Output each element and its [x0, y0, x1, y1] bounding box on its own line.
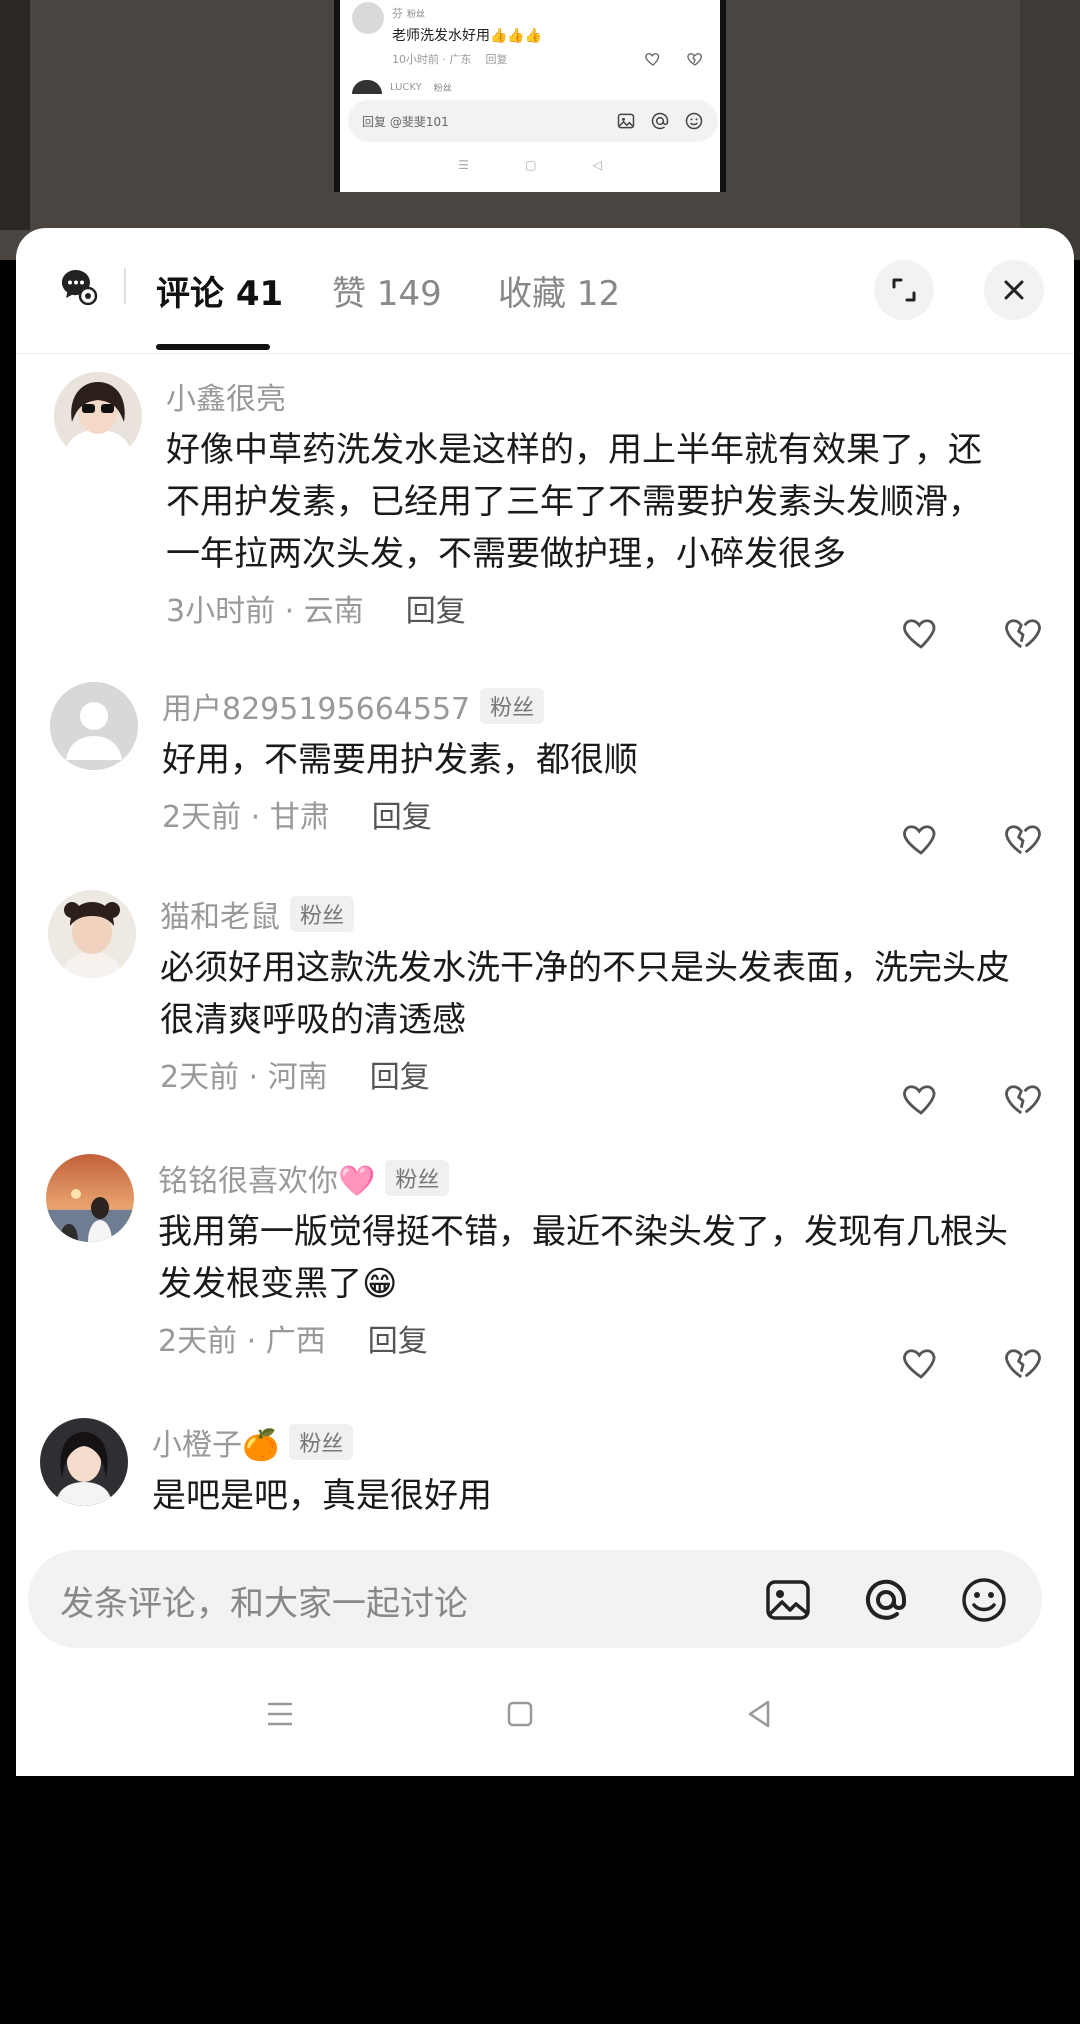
reply-button[interactable]: 回复 [406, 586, 466, 630]
reply-button[interactable]: 回复 [370, 1052, 430, 1096]
tab-bar: 评论 41 赞 149 收藏 12 [16, 228, 1074, 354]
mini-comment: 芬粉丝 老师洗发水好用👍👍👍 10小时前 · 广东 回复 [352, 2, 542, 67]
avatar[interactable] [48, 890, 136, 978]
comment-text: 好像中草药洗发水是这样的，用上半年就有效果了，还不用护发素，已经用了三年了不需要… [166, 430, 982, 574]
mini-comment-reply: 回复 [485, 53, 508, 66]
tab-likes[interactable]: 赞 149 [332, 266, 442, 315]
mini-next-tag: 粉丝 [433, 83, 452, 94]
avatar[interactable] [40, 1418, 128, 1506]
mini-comment-time: 10小时前 · 广东 [392, 53, 472, 66]
avatar[interactable] [50, 682, 138, 770]
comment-author[interactable]: 用户8295195664557 [162, 684, 470, 728]
avatar-image [48, 890, 136, 978]
mini-avatar-2 [352, 80, 382, 94]
active-tab-indicator [156, 344, 270, 350]
comment-text: 必须好用这款洗发水洗干净的不只是头发表面，洗完头皮很清爽呼吸的清透感 [160, 948, 1010, 1040]
mini-comment-actions [644, 50, 704, 68]
comment-author[interactable]: 小橙子🍊 [152, 1420, 279, 1464]
tab-favorites[interactable]: 收藏 12 [498, 266, 620, 315]
emoji-icon[interactable] [958, 1574, 1010, 1626]
broken-heart-icon[interactable] [1002, 1342, 1044, 1384]
tab-divider [124, 268, 126, 304]
comment-time-location: 2天前 · 甘肃 [162, 800, 330, 835]
comment-text: 好用，不需要用护发素，都很顺 [162, 740, 638, 780]
comments-sheet: 评论 41 赞 149 收藏 12 小鑫很亮 好像中草药洗发水是这样的，用上半年… [16, 228, 1074, 1776]
comment-time-location: 2天前 · 广西 [158, 1324, 326, 1359]
avatar-image [40, 1418, 128, 1506]
system-nav-bar [16, 1694, 1074, 1764]
avatar-image [46, 1154, 134, 1242]
broken-heart-icon[interactable] [1002, 612, 1044, 654]
mini-heart-icon [645, 53, 660, 66]
heart-icon[interactable] [900, 818, 942, 860]
comment-author[interactable]: 小鑫很亮 [166, 374, 286, 418]
avatar[interactable] [46, 1154, 134, 1242]
comment-author[interactable]: 猫和老鼠 [160, 892, 280, 936]
back-icon[interactable] [740, 1694, 780, 1734]
mini-comment-tag: 粉丝 [407, 10, 426, 20]
comment-text: 是吧是吧，真是很好用 [152, 1476, 492, 1516]
mini-image-icon [617, 113, 635, 129]
heart-icon[interactable] [900, 1342, 942, 1384]
mini-emoji-icon [685, 112, 703, 130]
comment-list[interactable]: 小鑫很亮 好像中草药洗发水是这样的，用上半年就有效果了，还不用护发素，已经用了三… [16, 354, 1074, 1534]
mini-broken-heart-icon [687, 53, 702, 66]
share-icon[interactable] [56, 264, 100, 308]
heart-icon[interactable] [900, 612, 942, 654]
background-phone-screen: 芬粉丝 老师洗发水好用👍👍👍 10小时前 · 广东 回复 LUCKY 粉丝 回复… [334, 0, 726, 192]
heart-icon[interactable] [900, 1078, 942, 1120]
expand-button[interactable] [874, 260, 934, 320]
comment-time-location: 3小时前 · 云南 [166, 594, 364, 629]
comment-time-location: 2天前 · 河南 [160, 1060, 328, 1095]
mini-nav-home: ▢ [525, 158, 537, 172]
tab-comments[interactable]: 评论 41 [156, 266, 283, 315]
reply-button[interactable]: 回复 [372, 792, 432, 836]
close-button[interactable] [984, 260, 1044, 320]
broken-heart-icon[interactable] [1002, 1078, 1044, 1120]
mini-nav-back: ◁ [592, 158, 602, 172]
comment-text: 我用第一版觉得挺不错，最近不染头发了，发现有几根头发发根变黑了😁 [158, 1212, 1008, 1304]
mini-avatar [352, 2, 384, 34]
close-icon [1004, 280, 1024, 300]
mini-comment-text: 老师洗发水好用👍👍👍 [392, 28, 543, 44]
fan-badge: 粉丝 [385, 1160, 450, 1196]
comment-input[interactable]: 发条评论，和大家一起讨论 [28, 1550, 1042, 1648]
background-edge-right [1020, 0, 1080, 260]
at-icon[interactable] [860, 1574, 912, 1626]
mini-nav-bar: ☰ ▢ ◁ [340, 158, 720, 172]
mini-next-name: LUCKY [390, 81, 422, 93]
menu-icon[interactable] [260, 1694, 300, 1734]
mini-at-icon [651, 112, 669, 130]
comment-input-placeholder: 发条评论，和大家一起讨论 [60, 1584, 468, 1624]
fan-badge: 粉丝 [480, 688, 545, 724]
mini-reply-input: 回复 @斐斐101 [348, 100, 718, 142]
home-icon[interactable] [500, 1694, 540, 1734]
background-edge-left [0, 0, 30, 230]
avatar-image [54, 372, 142, 460]
default-avatar-icon [50, 682, 138, 770]
mini-reply-placeholder: 回复 @斐斐101 [362, 114, 449, 129]
comment-author[interactable]: 铭铭很喜欢你🩷 [158, 1156, 375, 1200]
avatar[interactable] [54, 372, 142, 460]
expand-icon [892, 278, 916, 302]
mini-nav-menu: ☰ [458, 158, 469, 172]
reply-button[interactable]: 回复 [368, 1316, 428, 1360]
fan-badge: 粉丝 [290, 896, 355, 932]
broken-heart-icon[interactable] [1002, 818, 1044, 860]
mini-comment-name: 芬 [392, 7, 403, 20]
image-icon[interactable] [762, 1574, 814, 1626]
fan-badge: 粉丝 [289, 1424, 354, 1460]
